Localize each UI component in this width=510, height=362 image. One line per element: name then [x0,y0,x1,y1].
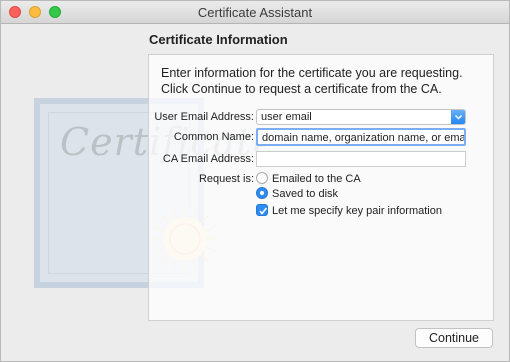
key-pair-label: Let me specify key pair information [272,205,442,217]
user-email-combobox[interactable]: user email [256,109,466,125]
continue-button[interactable]: Continue [415,328,493,348]
intro-text: Enter information for the certificate yo… [161,66,463,96]
radio-button-on[interactable] [256,187,268,199]
radio-emailed-to-ca[interactable]: Emailed to the CA [256,172,361,185]
certificate-assistant-window: Certificate Assistant Certificate Certif… [0,0,510,362]
radio-button-off[interactable] [256,172,268,184]
user-email-label: User Email Address: [154,111,254,123]
certificate-form-panel: Enter information for the certificate yo… [148,54,494,321]
ca-email-field[interactable] [256,151,466,167]
ca-email-label: CA Email Address: [162,153,254,165]
user-email-value: user email [261,111,312,123]
radio-saved-to-disk[interactable]: Saved to disk [256,187,338,200]
request-is-label: Request is: [198,173,254,185]
common-name-field[interactable]: domain name, organization name, or email [256,128,466,146]
key-pair-checkbox[interactable]: Let me specify key pair information [256,204,442,217]
title-bar: Certificate Assistant [1,1,509,24]
chevron-down-icon[interactable] [451,110,465,124]
common-name-label: Common Name: [173,131,254,143]
common-name-value: domain name, organization name, or email [262,132,466,144]
window-title: Certificate Assistant [197,5,313,20]
radio-emailed-label: Emailed to the CA [272,173,361,185]
radio-saved-label: Saved to disk [272,188,339,200]
checkbox-checked-icon[interactable] [256,204,268,216]
section-heading: Certificate Information [149,32,288,47]
